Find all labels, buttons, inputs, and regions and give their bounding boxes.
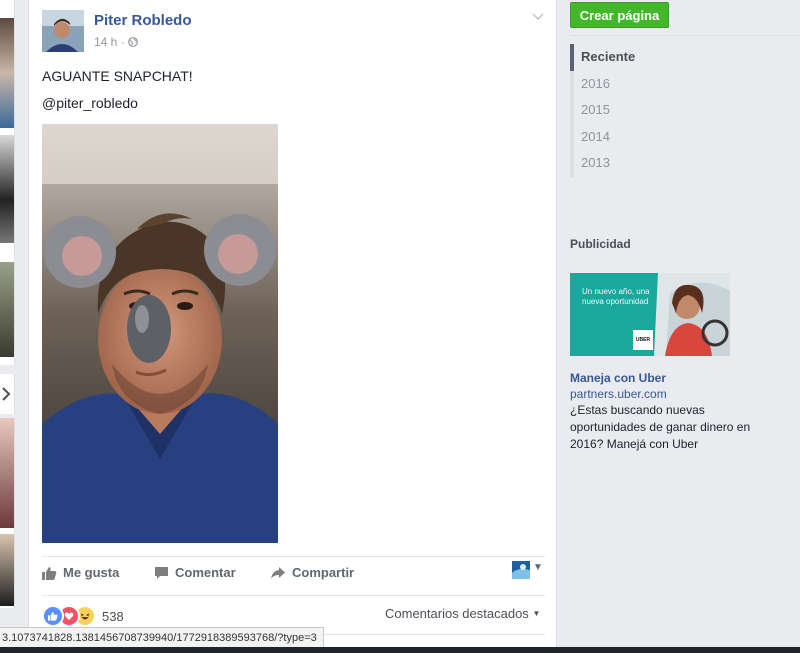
comments-filter-dropdown[interactable]: Comentarios destacados ▼ bbox=[385, 606, 540, 621]
like-button[interactable]: Me gusta bbox=[42, 565, 119, 580]
viewer-avatar-icon[interactable] bbox=[512, 561, 530, 579]
ads-section-title: Publicidad bbox=[570, 237, 631, 251]
like-label: Me gusta bbox=[63, 565, 120, 580]
ad-image-tagline: Un nuevo año, una nueva oportunidad bbox=[582, 287, 650, 306]
left-thumbnail[interactable] bbox=[0, 418, 14, 528]
year-item-2016[interactable]: 2016 bbox=[570, 70, 701, 97]
left-card bbox=[0, 418, 15, 608]
left-card bbox=[0, 374, 15, 414]
uber-logo-icon: UBER bbox=[633, 330, 653, 350]
share-label: Compartir bbox=[292, 565, 355, 580]
divider bbox=[570, 35, 800, 36]
year-item-2015[interactable]: 2015 bbox=[570, 97, 701, 124]
ad-title[interactable]: Maneja con Uber bbox=[570, 371, 666, 385]
year-item-2014[interactable]: 2014 bbox=[570, 123, 701, 150]
share-button[interactable]: Compartir bbox=[270, 565, 354, 580]
meta-separator: · bbox=[120, 35, 125, 49]
year-item-recent[interactable]: Reciente bbox=[570, 44, 701, 71]
post-photo[interactable] bbox=[42, 124, 278, 543]
left-thumbnail[interactable] bbox=[0, 262, 14, 357]
reaction-count[interactable]: 538 bbox=[102, 609, 124, 624]
ad-image[interactable]: Un nuevo año, una nueva oportunidad UBER bbox=[570, 273, 730, 356]
ad-body: ¿Estas buscando nuevas oportunidades de … bbox=[570, 403, 751, 451]
left-thumbnail[interactable] bbox=[0, 18, 14, 128]
create-page-button[interactable]: Crear página bbox=[570, 2, 669, 28]
comment-button[interactable]: Comentar bbox=[154, 565, 236, 580]
author-name[interactable]: Piter Robledo bbox=[94, 12, 192, 29]
comments-filter-label: Comentarios destacados bbox=[385, 606, 529, 621]
year-navigation: Reciente 2016 2015 2014 2013 bbox=[570, 44, 701, 177]
reactions-summary[interactable]: 538 bbox=[42, 605, 124, 627]
thumbs-up-icon bbox=[42, 566, 57, 580]
globe-icon bbox=[128, 37, 138, 47]
author-avatar[interactable] bbox=[42, 10, 84, 52]
chevron-right-icon[interactable] bbox=[1, 387, 11, 401]
comment-label: Comentar bbox=[175, 565, 236, 580]
post-meta: 14 h · bbox=[94, 35, 138, 49]
comment-icon bbox=[155, 566, 168, 579]
post-text: AGUANTE SNAPCHAT! bbox=[42, 68, 193, 84]
status-bar-url: 3.1073741828.1381456708739940/1772918389… bbox=[0, 627, 324, 649]
left-card bbox=[0, 0, 15, 365]
divider bbox=[42, 595, 545, 596]
chevron-down-icon[interactable] bbox=[531, 10, 545, 24]
left-column-strip bbox=[0, 0, 16, 653]
year-item-2013[interactable]: 2013 bbox=[570, 150, 701, 177]
ad-domain[interactable]: partners.uber.com bbox=[570, 387, 667, 401]
post-card: Piter Robledo 14 h · AGUANTE SNAPCHAT! @… bbox=[28, 0, 557, 653]
post-handle: @piter_robledo bbox=[42, 95, 138, 111]
viewer-dropdown-icon[interactable]: ▼ bbox=[533, 562, 543, 573]
like-reaction-icon bbox=[42, 605, 64, 627]
divider bbox=[42, 556, 545, 557]
share-arrow-icon bbox=[271, 566, 285, 579]
bottom-bar bbox=[0, 647, 800, 653]
post-timestamp[interactable]: 14 h bbox=[94, 35, 117, 49]
left-thumbnail[interactable] bbox=[0, 135, 14, 243]
left-thumbnail[interactable] bbox=[0, 534, 14, 606]
caret-down-icon: ▼ bbox=[532, 609, 541, 618]
